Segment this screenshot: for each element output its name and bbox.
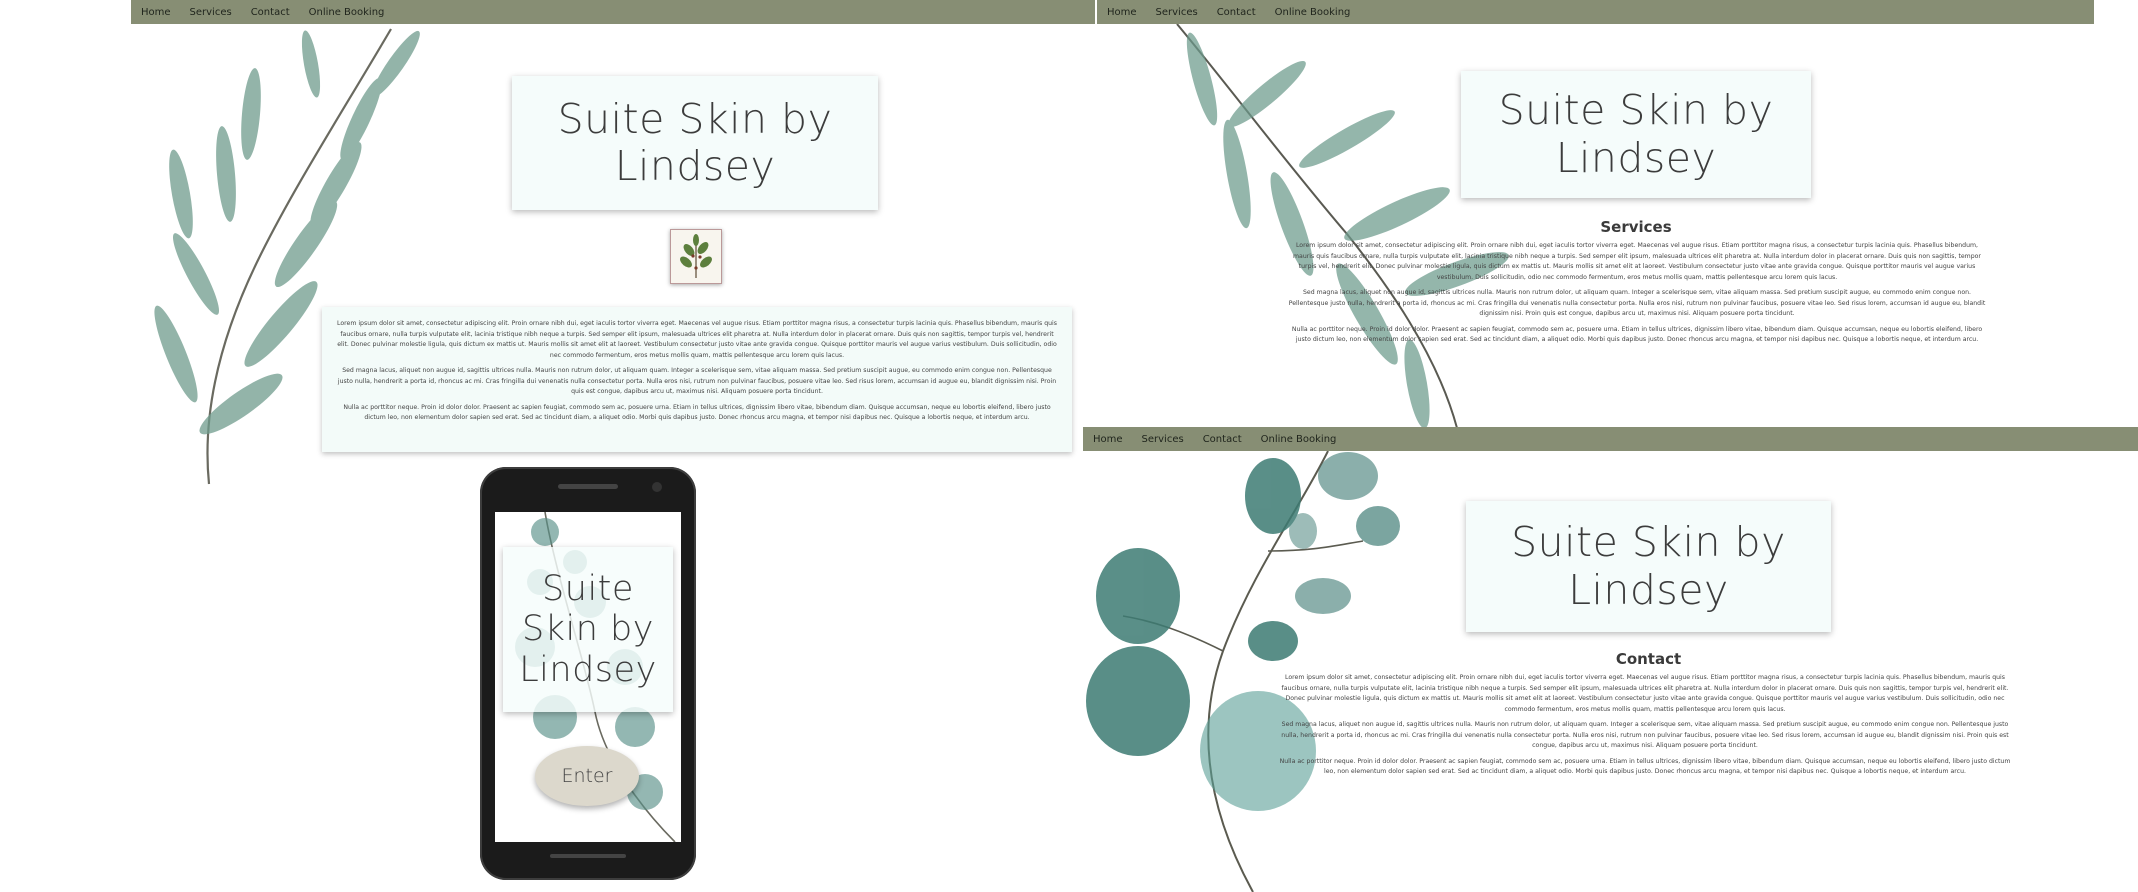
contact-site-title: Suite Skin by Lindsey [1511, 518, 1786, 614]
enter-button[interactable]: Enter [535, 746, 639, 806]
mobile-screen: Suite Skin by Lindsey Enter [495, 512, 681, 842]
nav-home[interactable]: Home [141, 7, 171, 18]
eucalyptus-branch-icon [1086, 451, 1400, 892]
nav-online-booking[interactable]: Online Booking [1261, 434, 1337, 445]
mobile-site-title: Suite Skin by Lindsey [519, 569, 657, 690]
contact-top-nav: Home Services Contact Online Booking [1083, 427, 2138, 451]
mobile-phone-frame: Suite Skin by Lindsey Enter [480, 467, 696, 880]
nav-home[interactable]: Home [1107, 7, 1137, 18]
services-site-title: Suite Skin by Lindsey [1498, 86, 1774, 182]
services-desktop-screenshot: Home Services Contact Online Booking Sui… [1097, 0, 2094, 428]
nav-contact[interactable]: Contact [251, 7, 290, 18]
phone-camera [652, 482, 662, 492]
services-top-nav: Home Services Contact Online Booking [1097, 0, 2094, 24]
herb-thumbnail-icon [680, 234, 712, 278]
nav-home[interactable]: Home [1093, 434, 1123, 445]
nav-contact[interactable]: Contact [1217, 7, 1256, 18]
nav-services[interactable]: Services [190, 7, 232, 18]
nav-contact[interactable]: Contact [1203, 434, 1242, 445]
site-title: Suite Skin by Lindsey [557, 94, 833, 190]
home-desktop-screenshot: Home Services Contact Online Booking Sui… [131, 0, 1095, 490]
site-title-box: Suite Skin by Lindsey [512, 76, 878, 210]
nav-services[interactable]: Services [1156, 7, 1198, 18]
nav-online-booking[interactable]: Online Booking [1275, 7, 1351, 18]
services-heading: Services [1600, 218, 1672, 236]
herb-thumbnail[interactable] [670, 229, 722, 284]
top-nav: Home Services Contact Online Booking [131, 0, 1095, 24]
nav-services[interactable]: Services [1142, 434, 1184, 445]
services-body-text: Lorem ipsum dolor sit amet, consectetur … [1288, 242, 1986, 343]
contact-body-text: Lorem ipsum dolor sit amet, consectetur … [1279, 674, 2011, 775]
contact-title-box: Suite Skin by Lindsey [1466, 501, 1831, 632]
home-intro-text: Lorem ipsum dolor sit amet, consectetur … [322, 307, 1072, 452]
mobile-title-box: Suite Skin by Lindsey [503, 547, 673, 712]
nav-online-booking[interactable]: Online Booking [309, 7, 385, 18]
contact-heading: Contact [1615, 650, 1682, 668]
contact-desktop-screenshot: Home Services Contact Online Booking Sui… [1083, 427, 2138, 892]
phone-speaker [558, 484, 618, 489]
services-title-box: Suite Skin by Lindsey [1461, 71, 1811, 198]
phone-home-bar [550, 854, 626, 858]
